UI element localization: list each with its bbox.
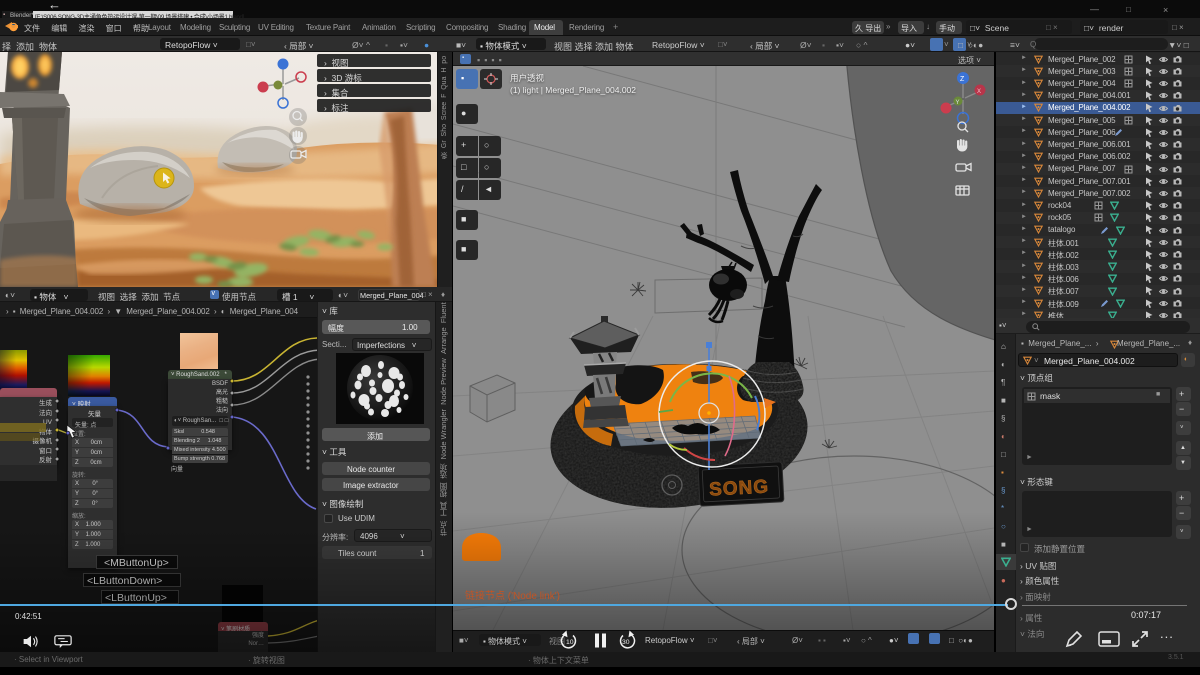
svg-text:10: 10 — [566, 639, 574, 646]
svg-text:30: 30 — [622, 639, 630, 646]
svg-text:SONG: SONG — [709, 476, 770, 500]
svg-text:Y: Y — [956, 100, 960, 106]
svg-text:X: X — [977, 89, 981, 95]
svg-text:Z: Z — [960, 76, 965, 83]
